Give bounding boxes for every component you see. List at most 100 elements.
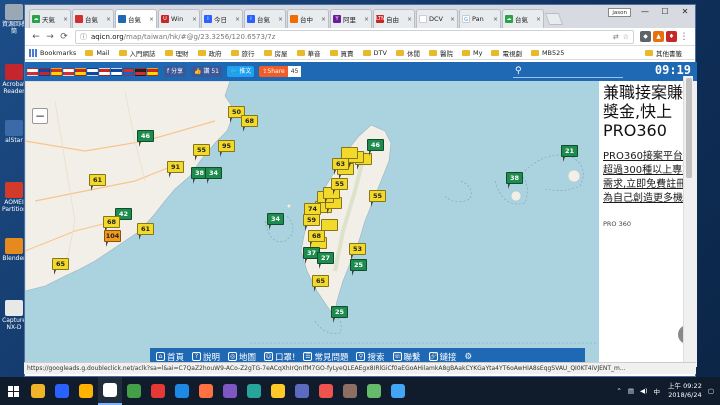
aqi-station-marker[interactable]: 34 — [267, 213, 284, 230]
page-scrollbar[interactable] — [683, 76, 693, 362]
language-flag-icon[interactable] — [123, 67, 134, 76]
extension-icon[interactable]: ▲ — [653, 31, 664, 42]
tab-close-icon[interactable]: × — [493, 16, 498, 23]
aqi-station-marker[interactable]: 21 — [561, 145, 578, 162]
bookmark-folder[interactable]: 醫院 — [428, 48, 453, 58]
aqi-station-marker[interactable]: 65 — [312, 275, 329, 292]
bookmark-star-icon[interactable]: ☆ — [623, 33, 629, 41]
nav-faq[interactable]: ☰ 常見問題 — [303, 351, 348, 363]
aqi-station-marker[interactable]: 55 — [369, 190, 386, 207]
language-flag-icon[interactable] — [63, 67, 74, 76]
nav-mask[interactable]: ☺ 口罩! — [264, 351, 295, 363]
aqi-station-marker[interactable]: 34 — [205, 167, 222, 184]
aqi-station-marker[interactable]: 68 — [308, 230, 325, 247]
desktop-icon[interactable]: alStar — [2, 120, 26, 144]
browser-tab[interactable]: G Pan × — [459, 9, 501, 28]
taskbar-app[interactable] — [194, 377, 218, 405]
taskbar-app[interactable] — [218, 377, 242, 405]
back-icon[interactable]: ← — [29, 32, 43, 42]
aqi-station-marker[interactable]: 46 — [367, 139, 384, 156]
desktop-icon[interactable]: Acrobat Reader — [2, 64, 26, 95]
bookmark-folder[interactable]: 旅行 — [230, 48, 255, 58]
browser-tab[interactable]: Y 阿里 × — [330, 9, 372, 28]
tab-close-icon[interactable]: × — [106, 16, 111, 23]
tweet-button[interactable]: 🐦 推文 — [226, 66, 255, 77]
aqi-station-marker[interactable]: 104 — [104, 230, 121, 247]
translate-icon[interactable]: ⇄ — [613, 33, 619, 41]
language-flag-icon[interactable] — [51, 67, 62, 76]
language-flag-icon[interactable] — [87, 67, 98, 76]
zoom-out-button[interactable]: − — [32, 108, 48, 124]
language-flag-icon[interactable] — [99, 67, 110, 76]
bookmark-folder[interactable]: MB525 — [530, 48, 564, 58]
forward-icon[interactable]: → — [43, 32, 57, 42]
aqi-station-marker[interactable]: 59 — [303, 214, 320, 231]
taskbar-app[interactable] — [386, 377, 410, 405]
taskbar-clock[interactable]: 上午 09:22 2018/6/24 — [668, 382, 702, 400]
nav-contact[interactable]: ☏ 聯繫 — [392, 351, 421, 363]
menu-icon[interactable]: ⋮ — [677, 32, 691, 42]
desktop-icon[interactable]: AOMEI Partition — [2, 182, 27, 213]
language-flag-icon[interactable] — [111, 67, 122, 76]
desktop-icon[interactable]: 資源回收筒 — [2, 4, 26, 35]
aqi-station-marker[interactable]: 55 — [193, 144, 210, 161]
tab-close-icon[interactable]: × — [407, 16, 412, 23]
language-flag-icon[interactable] — [75, 67, 86, 76]
taskbar-app[interactable] — [74, 377, 98, 405]
bookmark-folder[interactable]: DTV — [362, 48, 387, 58]
facebook-share-button[interactable]: f 分享 — [164, 66, 187, 77]
minimize-icon[interactable]: — — [635, 5, 655, 19]
taskbar-app[interactable] — [98, 377, 122, 405]
extension-icon[interactable]: ♦ — [666, 31, 677, 42]
bookmark-folder[interactable]: 理財 — [164, 48, 189, 58]
settings-icon[interactable]: ⚙ — [465, 352, 473, 362]
ad-title[interactable]: 兼職接案賺獎金,快上PRO360 — [603, 83, 693, 140]
aqi-station-marker[interactable]: 55 — [331, 178, 348, 195]
taskbar-app[interactable] — [26, 377, 50, 405]
aqi-station-marker[interactable]: 91 — [167, 161, 184, 178]
aqi-station-marker[interactable]: 61 — [137, 223, 154, 240]
language-flag-icon[interactable] — [39, 67, 50, 76]
bookmark-other[interactable]: 其他書籤 — [645, 48, 682, 58]
taskbar-app[interactable] — [338, 377, 362, 405]
network-icon[interactable]: ▤ — [628, 387, 634, 395]
tab-close-icon[interactable]: × — [235, 16, 240, 23]
facebook-like-button[interactable]: 👍 讚 51 — [191, 66, 222, 77]
maximize-icon[interactable]: ☐ — [655, 5, 675, 19]
taskbar-app[interactable] — [290, 377, 314, 405]
nav-home[interactable]: ⌂ 首頁 — [156, 351, 184, 363]
reload-icon[interactable]: ⟳ — [57, 32, 71, 42]
aqi-station-marker[interactable]: 65 — [52, 258, 69, 275]
new-tab-button[interactable] — [544, 13, 564, 25]
tab-close-icon[interactable]: × — [321, 16, 326, 23]
aqi-station-marker[interactable]: 95 — [218, 140, 235, 157]
aqi-station-marker[interactable]: 27 — [317, 252, 334, 269]
aqi-map[interactable]: − 50 68 46 55 95 91 38 34 61 42 68 104 61 65 46 63 55 55 3… — [25, 81, 599, 367]
bookmark-folder[interactable]: 房屋 — [263, 48, 288, 58]
taskbar-app[interactable] — [314, 377, 338, 405]
tab-close-icon[interactable]: × — [364, 16, 369, 23]
language-flag-icon[interactable] — [147, 67, 158, 76]
aqi-station-marker[interactable]: 61 — [89, 174, 106, 191]
bookmark-folder[interactable]: 電視劇 — [491, 48, 522, 58]
browser-tab[interactable]: ☁ 天氣 × — [29, 9, 71, 28]
aqi-station-marker[interactable]: 53 — [349, 243, 366, 260]
bookmark-folder[interactable]: 政府 — [197, 48, 222, 58]
bookmark-folder[interactable]: 入門網誌 — [118, 48, 156, 58]
taskbar-app[interactable] — [122, 377, 146, 405]
input-language[interactable]: 中 — [654, 386, 661, 396]
taskbar-app[interactable] — [50, 377, 74, 405]
taskbar-app[interactable] — [170, 377, 194, 405]
nav-help[interactable]: ? 說明 — [192, 351, 220, 363]
browser-tab[interactable]: 台氣 × — [72, 9, 114, 28]
volume-icon[interactable]: ◀) — [640, 387, 648, 395]
nav-map[interactable]: ◎ 地圖 — [228, 351, 256, 363]
ad-body-link[interactable]: PRO360接案平台,超過300種以上專業需求,立即免費註冊,為自己創造更多機會 — [603, 150, 693, 206]
site-search-input[interactable]: ⚲ — [513, 65, 623, 78]
taskbar-app[interactable] — [266, 377, 290, 405]
bookmark-folder[interactable]: 華音 — [296, 48, 321, 58]
aqi-station-marker[interactable]: 25 — [350, 259, 367, 276]
browser-tab[interactable]: LTN 自由 × — [373, 9, 415, 28]
profile-badge[interactable]: jason — [608, 8, 631, 17]
aqi-station-marker[interactable]: 38 — [506, 172, 523, 189]
